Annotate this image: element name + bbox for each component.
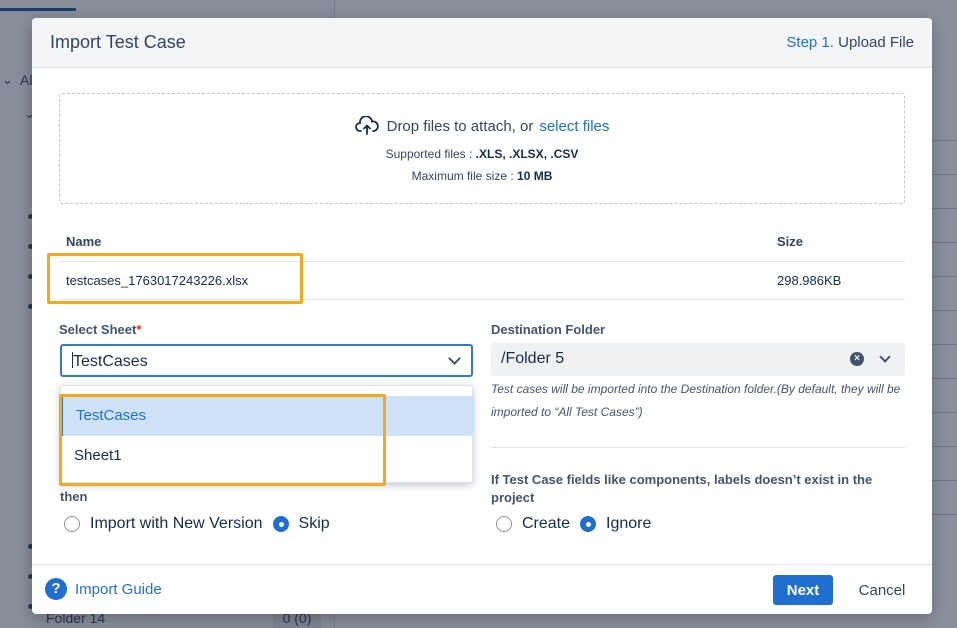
next-button[interactable]: Next	[773, 575, 833, 605]
max-file-size-text: Maximum file size : 10 MB	[411, 169, 553, 183]
step-indicator: Step 1. Upload File	[786, 34, 914, 51]
existing-case-radio-group: Import with New Version Skip	[64, 515, 340, 533]
radio-skip[interactable]	[272, 516, 289, 532]
radio-ignore[interactable]	[580, 516, 597, 532]
chevron-down-icon[interactable]	[448, 352, 461, 365]
section-divider	[491, 447, 905, 448]
radio-create[interactable]	[496, 516, 512, 532]
dialog-footer: ? Import Guide Next Cancel	[32, 564, 932, 614]
destination-folder-select[interactable]: /Folder 5 ×	[491, 343, 905, 376]
import-test-case-dialog: Import Test Case Step 1. Upload File Dro…	[32, 18, 932, 614]
file-size-cell: 298.986KB	[777, 273, 842, 288]
file-highlight-box	[47, 253, 303, 304]
missing-fields-question: If Test Case fields like components, lab…	[491, 472, 873, 505]
destination-folder-label: Destination Folder	[491, 322, 606, 337]
select-files-link[interactable]: select files	[539, 118, 609, 135]
select-sheet-label: Select Sheet*	[59, 322, 142, 337]
column-header-name: Name	[66, 234, 102, 249]
radio-label[interactable]: Ignore	[606, 515, 651, 533]
step-label: Upload File	[838, 34, 914, 51]
chevron-down-icon[interactable]	[879, 351, 891, 363]
select-sheet-dropdown[interactable]: TestCases	[60, 344, 473, 377]
step-number: Step 1.	[786, 34, 834, 51]
dialog-title: Import Test Case	[50, 32, 186, 52]
destination-folder-value: /Folder 5	[501, 350, 565, 367]
destination-help-text: Test cases will be imported into the Des…	[491, 382, 901, 419]
import-guide-link[interactable]: Import Guide	[75, 581, 162, 598]
help-icon[interactable]: ?	[45, 578, 67, 600]
clear-icon[interactable]: ×	[850, 352, 864, 366]
drop-text: Drop files to attach, or	[386, 117, 534, 135]
radio-label[interactable]: Import with New Version	[90, 515, 263, 533]
file-dropzone[interactable]: Drop files to attach, or select files Su…	[59, 93, 905, 204]
column-header-size: Size	[777, 234, 804, 249]
cloud-upload-icon	[354, 116, 379, 135]
select-sheet-value: TestCases	[73, 353, 148, 370]
missing-fields-radio-group: Create Ignore	[496, 515, 661, 533]
radio-label[interactable]: Skip	[299, 515, 330, 533]
options-highlight-box	[59, 394, 386, 486]
existing-test-case-question: then	[60, 489, 88, 504]
cancel-button[interactable]: Cancel	[847, 575, 917, 605]
radio-label[interactable]: Create	[522, 515, 570, 533]
supported-files-text: Supported files : .XLS, .XLSX, .CSV	[385, 147, 579, 161]
radio-import-new-version[interactable]	[64, 516, 80, 532]
dialog-header: Import Test Case Step 1. Upload File	[32, 18, 932, 68]
